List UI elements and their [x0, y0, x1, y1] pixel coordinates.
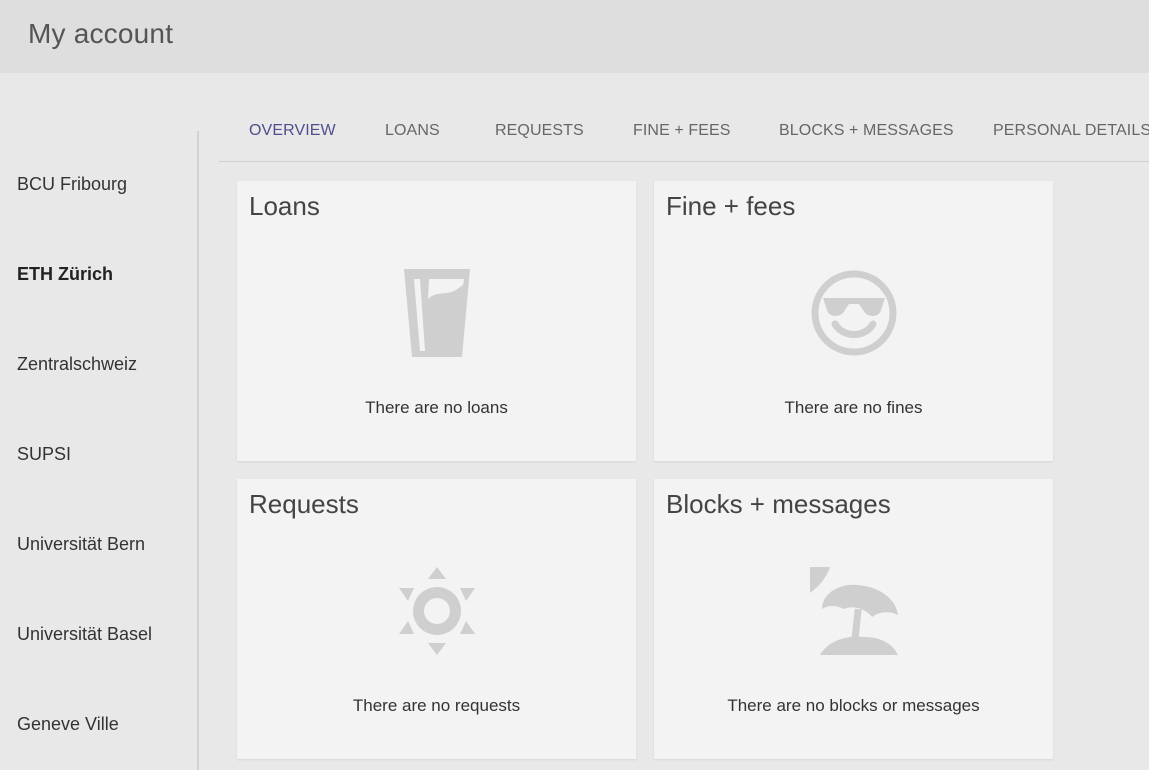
tab-requests[interactable]: REQUESTS — [495, 122, 584, 140]
page-title: My account — [28, 18, 174, 49]
card-empty-text: There are no blocks or messages — [727, 696, 980, 715]
account-tabs: OVERVIEW LOANS REQUESTS FINE + FEES BLOC… — [219, 108, 1149, 162]
card-title: Requests — [249, 489, 359, 519]
tab-blocks-messages[interactable]: BLOCKS + MESSAGES — [779, 122, 954, 140]
sidebar-item-bcu-fribourg[interactable]: BCU Fribourg — [17, 174, 127, 195]
sidebar-item-geneve-ville[interactable]: Geneve Ville — [17, 714, 119, 735]
sidebar-item-zentralschweiz[interactable]: Zentralschweiz — [17, 354, 137, 375]
loans-card[interactable]: Loans There are no loans — [237, 181, 636, 461]
sidebar-item-universitat-bern[interactable]: Universität Bern — [17, 534, 145, 555]
sidebar-item-supsi[interactable]: SUPSI — [17, 444, 71, 465]
requests-card[interactable]: Requests There are no requests — [237, 479, 636, 759]
sun-icon — [237, 561, 636, 661]
tab-fine-fees[interactable]: FINE + FEES — [633, 122, 731, 140]
fines-card[interactable]: Fine + fees There are no fines — [654, 181, 1053, 461]
sidebar-item-universitat-basel[interactable]: Universität Basel — [17, 624, 152, 645]
glass-icon — [237, 263, 636, 363]
card-empty-text: There are no requests — [352, 696, 521, 715]
tab-personal-details[interactable]: PERSONAL DETAILS — [993, 122, 1149, 140]
tab-loans[interactable]: LOANS — [385, 122, 440, 140]
sidebar-divider — [197, 131, 199, 770]
card-title: Blocks + messages — [666, 489, 891, 519]
sunglasses-smiley-icon — [654, 263, 1053, 363]
card-empty-text: There are no fines — [784, 398, 923, 417]
library-sidebar: BCU Fribourg ETH Zürich Zentralschweiz S… — [0, 73, 198, 770]
blocks-card[interactable]: Blocks + messages There are no blocks or… — [654, 479, 1053, 759]
tab-overview[interactable]: OVERVIEW — [249, 122, 336, 140]
card-title: Fine + fees — [666, 191, 796, 221]
card-title: Loans — [249, 191, 320, 221]
beach-umbrella-icon — [654, 561, 1053, 661]
card-empty-text: There are no loans — [365, 398, 508, 417]
page-header: My account — [0, 0, 1149, 73]
sidebar-item-eth-zurich[interactable]: ETH Zürich — [17, 264, 113, 285]
